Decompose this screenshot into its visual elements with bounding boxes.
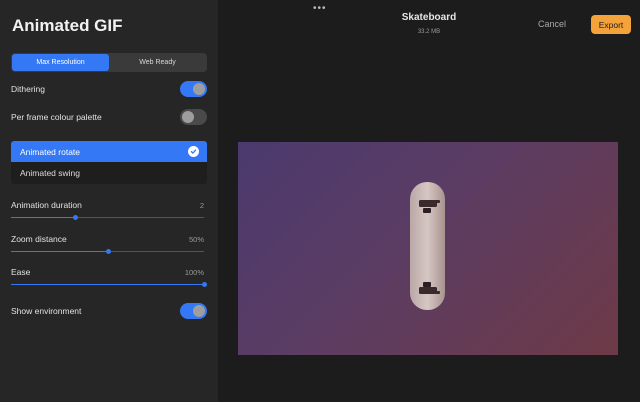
option-label: Animated rotate — [20, 146, 81, 157]
panel-title: Animated GIF — [12, 16, 123, 35]
toggle-knob — [182, 111, 194, 123]
file-size: 33.2 MB — [417, 29, 441, 35]
zoom-distance-slider[interactable] — [11, 248, 204, 255]
animation-duration-slider[interactable] — [11, 214, 204, 221]
animated-swing-option[interactable]: Animated swing — [11, 162, 207, 183]
toggle-knob — [193, 83, 205, 95]
skateboard-image — [410, 182, 445, 310]
slider-fill — [11, 217, 75, 218]
gif-preview — [238, 142, 618, 355]
web-ready-option[interactable]: Web Ready — [109, 54, 206, 71]
ease-label: Ease — [11, 267, 31, 277]
export-settings-panel: Animated GIF Max Resolution Web Ready Di… — [0, 0, 218, 402]
ease-slider[interactable] — [11, 281, 207, 288]
slider-thumb[interactable] — [72, 215, 78, 220]
dithering-toggle[interactable] — [180, 81, 207, 97]
max-resolution-option[interactable]: Max Resolution — [12, 54, 109, 71]
animation-duration-label: Animation duration — [11, 200, 82, 210]
checkmark-icon — [188, 146, 199, 157]
zoom-distance-label: Zoom distance — [11, 234, 67, 244]
slider-thumb[interactable] — [202, 282, 207, 287]
per-frame-palette-toggle[interactable] — [180, 109, 207, 125]
per-frame-palette-label: Per frame colour palette — [11, 112, 102, 122]
header: Skateboard 33.2 MB — [218, 0, 640, 40]
animation-type-list: Animated rotate Animated swing — [11, 141, 207, 184]
document-title: Skateboard — [401, 12, 457, 23]
slider-fill — [11, 284, 204, 285]
animated-rotate-option[interactable]: Animated rotate — [11, 141, 207, 162]
slider-thumb[interactable] — [105, 249, 111, 254]
show-environment-label: Show environment — [11, 306, 82, 316]
option-label: Animated swing — [20, 167, 81, 178]
animation-duration-value: 2 — [199, 201, 204, 210]
toggle-knob — [193, 305, 205, 317]
resolution-segmented-control: Max Resolution Web Ready — [11, 53, 207, 72]
export-button[interactable]: Export — [591, 15, 631, 34]
slider-fill — [11, 251, 108, 252]
cancel-button[interactable]: Cancel — [538, 19, 566, 29]
show-environment-toggle[interactable] — [180, 303, 207, 319]
zoom-distance-value: 50% — [188, 235, 204, 244]
dithering-label: Dithering — [11, 84, 46, 94]
ease-value: 100% — [184, 268, 204, 277]
